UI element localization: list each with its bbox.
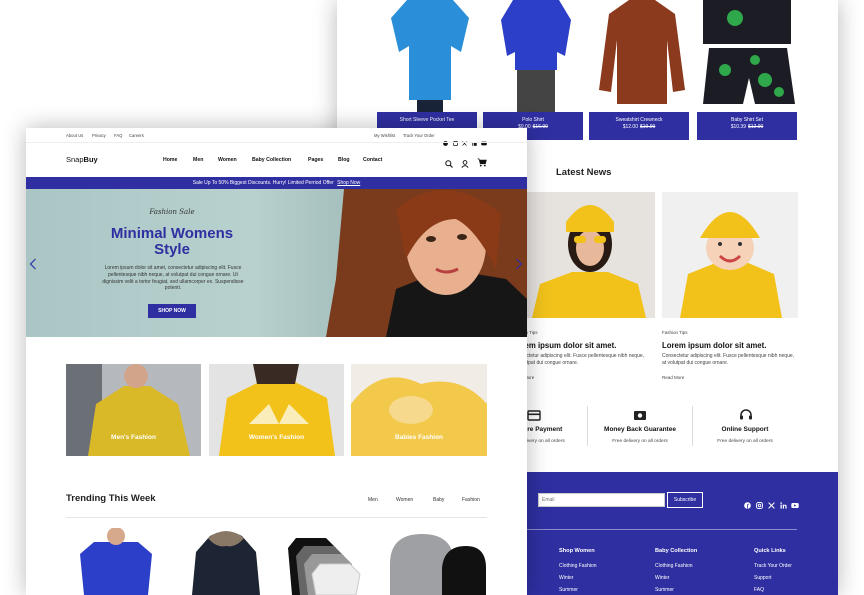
chevron-right-icon[interactable] bbox=[515, 257, 523, 275]
money-icon bbox=[633, 408, 647, 426]
category-label: Women's Fashion bbox=[248, 434, 305, 441]
linkedin-icon[interactable] bbox=[780, 496, 787, 514]
x-twitter-icon[interactable] bbox=[768, 496, 775, 514]
footer-column-heading: Quick Links bbox=[754, 548, 786, 554]
category-label: Babies Fashion bbox=[394, 434, 444, 441]
feature-title: Online Support bbox=[721, 426, 769, 433]
footer-link[interactable]: FAQ bbox=[754, 587, 764, 593]
sale-banner: Sale Up To 50% Biggest Discounts. Hurry!… bbox=[26, 177, 527, 189]
topbar-track-order-link[interactable]: Track Your Order bbox=[403, 133, 435, 138]
news-tag: Fashion Tips bbox=[662, 330, 688, 335]
hero-title-line-2: Style bbox=[154, 241, 190, 258]
tab-baby[interactable]: Baby bbox=[433, 497, 444, 503]
site-logo[interactable]: SnapBuy bbox=[66, 155, 98, 164]
topbar-link-faq[interactable]: FAQ bbox=[114, 133, 122, 138]
subscribe-button[interactable]: Subscribe bbox=[667, 492, 703, 508]
trending-heading: Trending This Week bbox=[66, 493, 156, 504]
hero-slider: Fashion Sale Minimal Womens Style Lorem … bbox=[26, 189, 527, 337]
search-icon[interactable] bbox=[445, 155, 453, 173]
hero-title-line-1: Minimal Womens bbox=[110, 225, 234, 242]
news-text: Consectetur adipiscing elit. Fusce pelle… bbox=[662, 353, 795, 366]
footer-link[interactable]: Track Your Order bbox=[754, 563, 792, 569]
logo-part-1: Snap bbox=[66, 155, 84, 164]
product-image-sweatshirt[interactable] bbox=[589, 0, 695, 112]
trending-product-tee-pack[interactable] bbox=[284, 528, 384, 595]
product-name: Sweatshirt Crewneck bbox=[615, 117, 663, 123]
product-label[interactable]: Baby Shirt Set $10.39 $12.99 bbox=[697, 112, 797, 140]
hero-description: Lorem ipsum dolor sit amet, consectetur … bbox=[102, 265, 244, 292]
nav-women[interactable]: Women bbox=[218, 157, 237, 163]
trending-product-beanie[interactable] bbox=[386, 528, 486, 595]
instagram-icon[interactable] bbox=[756, 496, 763, 514]
feature-subtitle: Free delivery on all orders bbox=[612, 439, 668, 444]
product-image-baby-set[interactable] bbox=[695, 0, 801, 112]
chevron-left-icon[interactable] bbox=[29, 257, 37, 275]
nav-baby-collection[interactable]: Baby Collection bbox=[252, 157, 291, 163]
footer-link[interactable]: Support bbox=[754, 575, 772, 581]
category-card-babies[interactable]: Babies Fashion bbox=[351, 364, 487, 456]
product-price: $10.39 $12.99 bbox=[730, 124, 764, 130]
news-text: Consectetur adipiscing elit. Fusce pelle… bbox=[512, 353, 645, 366]
tab-women[interactable]: Women bbox=[396, 497, 413, 503]
headset-icon bbox=[739, 408, 753, 426]
product-name: Baby Shirt Set bbox=[731, 117, 763, 123]
nav-pages[interactable]: Pages bbox=[308, 157, 323, 163]
footer-link[interactable]: Winter bbox=[655, 575, 669, 581]
topbar-wishlist-link[interactable]: My Wishlist bbox=[374, 133, 395, 138]
product-image-polo[interactable] bbox=[483, 0, 589, 112]
facebook-icon[interactable] bbox=[744, 496, 751, 514]
newsletter-email-input[interactable] bbox=[538, 493, 665, 507]
screenshot-stage: Short Sleeve Pocket Tee Polo Shirt $9.00… bbox=[0, 0, 864, 595]
topbar-link-about[interactable]: About Us bbox=[66, 133, 83, 138]
feature-subtitle: Free delivery on all orders bbox=[717, 439, 773, 444]
category-card-mens[interactable]: Men's Fashion bbox=[66, 364, 201, 456]
nav-blog[interactable]: Blog bbox=[338, 157, 350, 163]
news-image-2[interactable] bbox=[662, 192, 798, 318]
footer-link[interactable]: Summer bbox=[655, 587, 674, 593]
footer-link[interactable]: Clothing Fashion bbox=[559, 563, 597, 569]
nav-men[interactable]: Men bbox=[193, 157, 203, 163]
trending-product-polo[interactable] bbox=[66, 528, 166, 595]
category-card-womens[interactable]: Women's Fashion bbox=[209, 364, 344, 456]
hero-script-title: Fashion Sale bbox=[149, 208, 195, 216]
product-label[interactable]: Sweatshirt Crewneck $12.00 $19.99 bbox=[589, 112, 689, 140]
topbar-link-privacy[interactable]: Privacy bbox=[92, 133, 106, 138]
news-title[interactable]: Lorem ipsum dolor sit amet. bbox=[662, 341, 766, 350]
trending-product-jacket[interactable] bbox=[176, 528, 276, 595]
news-heading: Latest News bbox=[556, 167, 612, 178]
youtube-icon[interactable] bbox=[791, 496, 799, 514]
trending-divider bbox=[66, 517, 487, 518]
cart-icon[interactable] bbox=[477, 154, 487, 172]
footer-column-heading: Baby Collection bbox=[655, 548, 698, 554]
footer-link[interactable]: Summer bbox=[559, 587, 578, 593]
product-name: Short Sleeve Pocket Tee bbox=[399, 117, 455, 123]
tab-fashion[interactable]: Fashion bbox=[462, 497, 480, 503]
news-image-1[interactable] bbox=[522, 192, 655, 318]
front-page-preview: About Us Privacy FAQ Careers My Wishlist… bbox=[26, 128, 527, 595]
product-price: $12.00 $19.99 bbox=[622, 124, 656, 130]
news-title[interactable]: Lorem ipsum dolor sit amet. bbox=[512, 341, 616, 350]
logo-part-2: Buy bbox=[83, 155, 98, 164]
nav-home[interactable]: Home bbox=[163, 157, 177, 163]
shop-now-link[interactable]: Shop Now bbox=[337, 180, 360, 186]
sale-banner-text: Sale Up To 50% Biggest Discounts. Hurry!… bbox=[192, 180, 334, 186]
feature-title: Money Back Guarantee bbox=[604, 426, 676, 433]
product-name: Polo Shirt bbox=[522, 117, 544, 123]
header-divider bbox=[26, 142, 527, 143]
topbar-link-careers[interactable]: Careers bbox=[129, 133, 144, 138]
footer-link[interactable]: Winter bbox=[559, 575, 573, 581]
product-image-tee[interactable] bbox=[377, 0, 483, 112]
tab-men[interactable]: Men bbox=[368, 497, 378, 503]
footer-column-heading: Shop Women bbox=[559, 548, 595, 554]
user-icon[interactable] bbox=[461, 155, 469, 173]
read-more-link[interactable]: Read More bbox=[662, 375, 684, 380]
footer-divider bbox=[527, 529, 797, 530]
footer-link[interactable]: Clothing Fashion bbox=[655, 563, 693, 569]
nav-contact[interactable]: Contact bbox=[363, 157, 382, 163]
credit-card-icon bbox=[527, 408, 541, 426]
hero-shop-now-button[interactable]: SHOP NOW bbox=[148, 304, 196, 318]
category-label: Men's Fashion bbox=[111, 434, 156, 441]
